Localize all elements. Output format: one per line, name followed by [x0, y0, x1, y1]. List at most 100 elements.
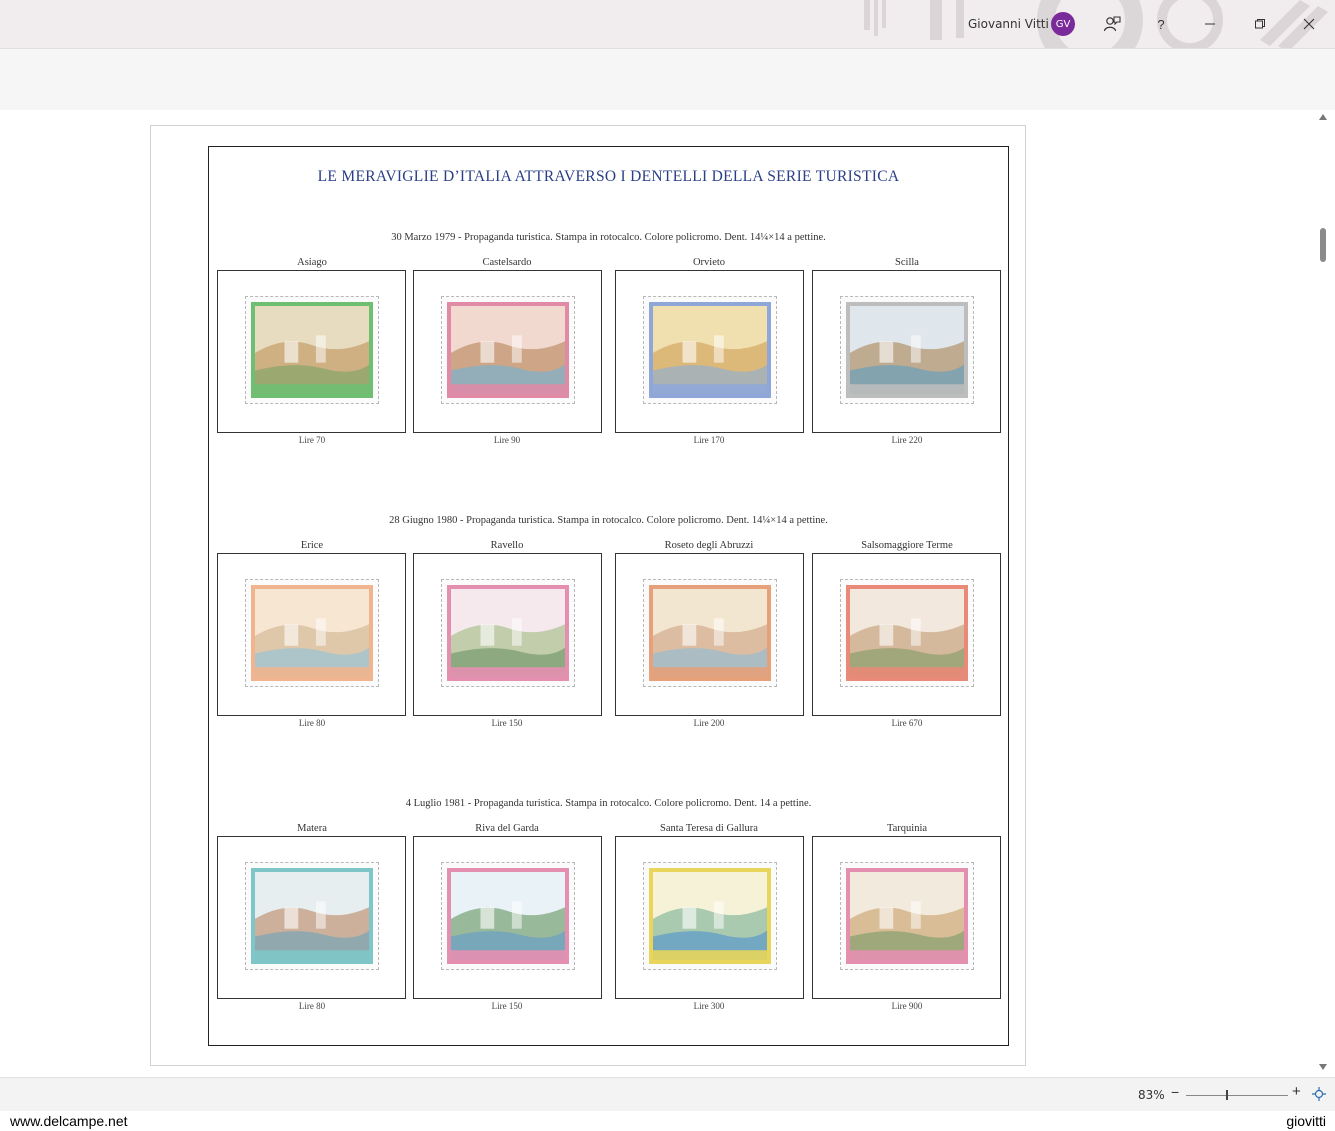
stamp-slot — [615, 270, 804, 433]
stamp-value: Lire 70 — [298, 435, 326, 445]
stamp-image — [840, 579, 974, 687]
stamp-scene — [255, 306, 369, 394]
stamp-name: Matera — [297, 823, 327, 834]
stamp-value: Lire 900 — [891, 1001, 923, 1011]
stamp-image — [441, 862, 575, 970]
stamp-picture — [447, 868, 569, 964]
fit-to-page-icon[interactable] — [1312, 1087, 1326, 1101]
feedback-icon[interactable] — [1100, 12, 1124, 36]
status-bar: 83% − + — [0, 1077, 1335, 1112]
stamp-value: Lire 170 — [693, 435, 725, 445]
user-name[interactable]: Giovanni Vitti — [968, 17, 1049, 31]
stamp-picture — [649, 302, 771, 398]
stamp-value: Lire 670 — [891, 718, 923, 728]
stamp-image — [643, 296, 777, 404]
stamp-scene — [653, 872, 767, 960]
stamp-slot — [217, 553, 406, 716]
stamp-name: Tarquinia — [886, 823, 928, 834]
stamp-picture — [447, 302, 569, 398]
restore-icon[interactable] — [1248, 12, 1272, 36]
stamp-image — [840, 296, 974, 404]
zoom-level: 83% — [1138, 1088, 1165, 1102]
stamp-picture — [251, 868, 373, 964]
series-caption: 4 Luglio 1981 - Propaganda turistica. St… — [405, 798, 812, 809]
stamp-slot — [812, 553, 1001, 716]
stamp-scene — [451, 306, 565, 394]
stamp-image — [245, 296, 379, 404]
stamp-name: Scilla — [895, 257, 919, 268]
stamp-value: Lire 80 — [298, 1001, 326, 1011]
album-title: LE MERAVIGLIE D’ITALIA ATTRAVERSO I DENT… — [317, 168, 900, 185]
stamp-picture — [251, 585, 373, 681]
stamp-slot — [413, 836, 602, 999]
stamp-slot — [217, 270, 406, 433]
help-icon[interactable]: ? — [1149, 12, 1173, 36]
stamp-scene — [653, 306, 767, 394]
stamp-slot — [812, 836, 1001, 999]
stamp-image — [441, 296, 575, 404]
stamp-scene — [451, 589, 565, 677]
stamp-name: Santa Teresa di Gallura — [660, 823, 758, 834]
stamp-scene — [850, 306, 964, 394]
footer-left-text: www.delcampe.net — [10, 1113, 128, 1129]
stamp-scene — [850, 872, 964, 960]
stamp-name: Asiago — [297, 257, 327, 268]
stamp-value: Lire 80 — [298, 718, 326, 728]
scrollbar-thumb[interactable] — [1320, 228, 1326, 262]
stamp-slot — [615, 836, 804, 999]
toolbar-area — [0, 49, 1335, 110]
stamp-value: Lire 90 — [493, 435, 521, 445]
stamp-scene — [653, 589, 767, 677]
stamp-slot — [812, 270, 1001, 433]
stamp-value: Lire 150 — [491, 718, 523, 728]
stamp-image — [643, 579, 777, 687]
stamp-image — [245, 579, 379, 687]
stamp-value: Lire 220 — [891, 435, 923, 445]
zoom-slider[interactable] — [1186, 1095, 1288, 1096]
stamp-picture — [846, 302, 968, 398]
stamp-image — [441, 579, 575, 687]
stamp-value: Lire 150 — [491, 1001, 523, 1011]
stamp-name: Riva del Garda — [475, 823, 539, 834]
stamp-slot — [615, 553, 804, 716]
stamp-name: Erice — [300, 540, 324, 551]
close-icon[interactable] — [1297, 12, 1321, 36]
vertical-scrollbar[interactable] — [1312, 110, 1335, 1077]
stamp-value: Lire 200 — [693, 718, 725, 728]
document-page: LE MERAVIGLIE D’ITALIA ATTRAVERSO I DENT… — [150, 125, 1026, 1066]
stamp-name: Roseto degli Abruzzi — [664, 540, 754, 551]
scroll-up-icon[interactable] — [1319, 114, 1327, 120]
zoom-slider-thumb[interactable] — [1226, 1090, 1228, 1100]
stamp-scene — [850, 589, 964, 677]
zoom-in-button[interactable]: + — [1292, 1083, 1301, 1100]
stamp-scene — [451, 872, 565, 960]
help-glyph: ? — [1157, 16, 1165, 32]
stamp-picture — [846, 585, 968, 681]
stamp-picture — [649, 868, 771, 964]
stamp-scene — [255, 872, 369, 960]
stamp-name: Salsomaggiore Terme — [861, 540, 953, 551]
stamp-name: Castelsardo — [482, 257, 532, 268]
zoom-out-button[interactable]: − — [1171, 1084, 1179, 1100]
stamp-value: Lire 300 — [693, 1001, 725, 1011]
stamp-image — [643, 862, 777, 970]
stamp-image — [245, 862, 379, 970]
series-caption: 28 Giugno 1980 - Propaganda turistica. S… — [389, 515, 828, 526]
stamp-slot — [217, 836, 406, 999]
stamp-name: Ravello — [490, 540, 524, 551]
scroll-down-icon[interactable] — [1319, 1064, 1327, 1070]
stamp-picture — [846, 868, 968, 964]
stamp-slot — [413, 270, 602, 433]
stamp-picture — [649, 585, 771, 681]
stamp-scene — [255, 589, 369, 677]
title-bar: Giovanni Vitti GV ? — [0, 0, 1335, 49]
watermark-footer: www.delcampe.net giovitti — [0, 1111, 1335, 1131]
album-frame: LE MERAVIGLIE D’ITALIA ATTRAVERSO I DENT… — [208, 146, 1009, 1046]
stamp-picture — [251, 302, 373, 398]
minimize-icon[interactable] — [1198, 12, 1222, 36]
series-caption: 30 Marzo 1979 - Propaganda turistica. St… — [391, 232, 826, 243]
stamp-image — [840, 862, 974, 970]
footer-right-text: giovitti — [1286, 1113, 1326, 1129]
user-avatar[interactable]: GV — [1051, 12, 1075, 36]
stamp-name: Orvieto — [692, 257, 726, 268]
